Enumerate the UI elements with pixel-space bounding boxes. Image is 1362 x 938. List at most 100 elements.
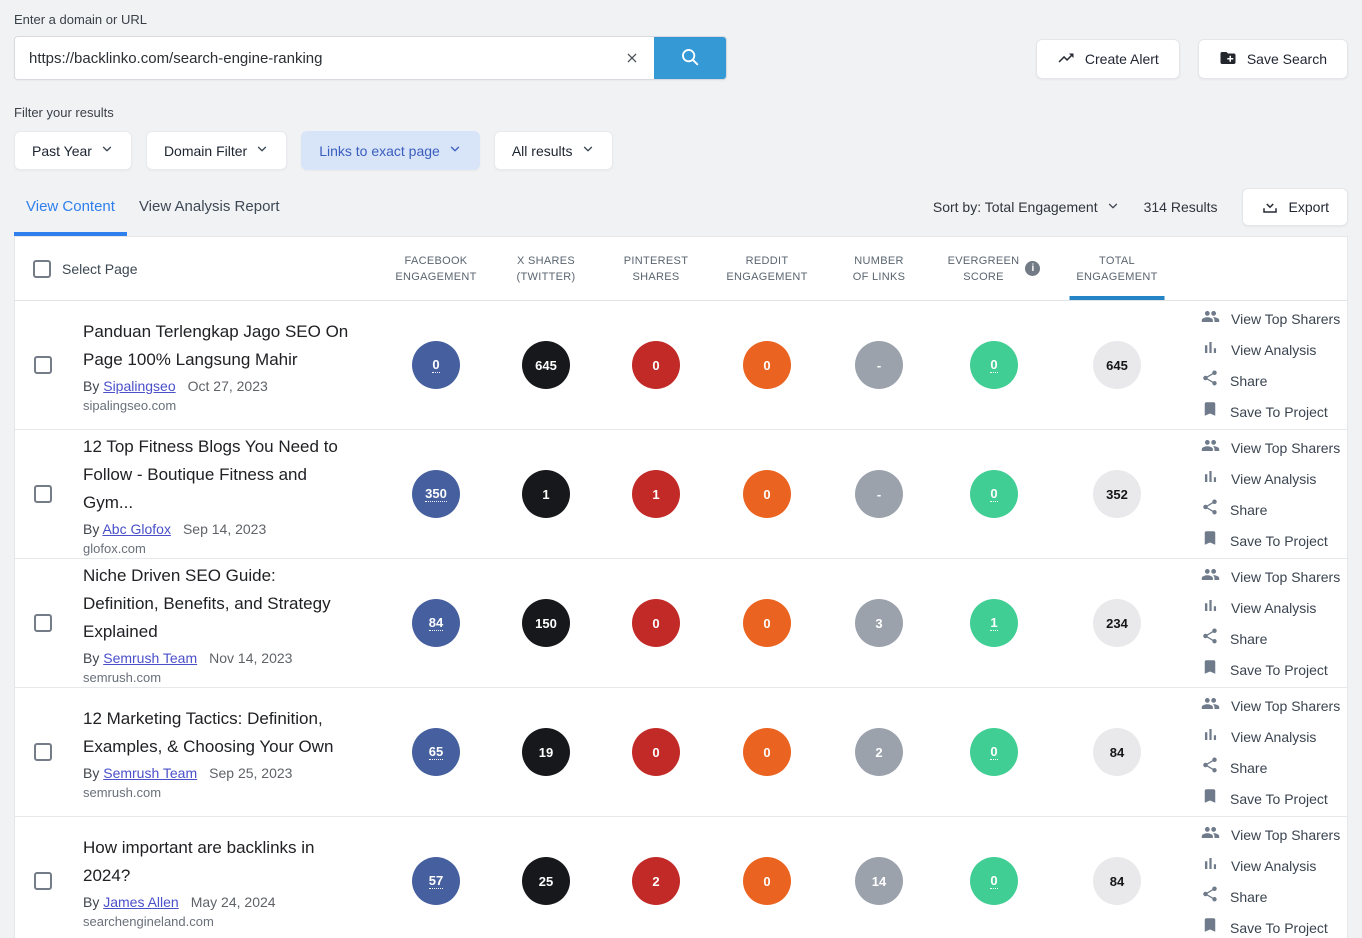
bar-chart-icon bbox=[1201, 596, 1220, 620]
sorted-column-indicator bbox=[1070, 296, 1165, 300]
action-label: View Top Sharers bbox=[1231, 311, 1340, 327]
tab-label: View Content bbox=[26, 198, 115, 215]
share-icon bbox=[1201, 369, 1219, 392]
content-cell: 12 Top Fitness Blogs You Need to Follow … bbox=[71, 430, 381, 558]
page: Enter a domain or URL Create Alert bbox=[0, 0, 1362, 938]
content-cell: Niche Driven SEO Guide: Definition, Bene… bbox=[71, 559, 381, 687]
facebook-engagement-value[interactable]: 0 bbox=[412, 341, 460, 389]
bar-chart-icon bbox=[1201, 467, 1220, 491]
author-link[interactable]: Abc Glofox bbox=[102, 521, 170, 537]
author-link[interactable]: James Allen bbox=[103, 894, 178, 910]
content-title-link[interactable]: How important are backlinks in 2024? bbox=[83, 834, 353, 890]
view-top-sharers-link[interactable]: View Top Sharers bbox=[1201, 693, 1347, 719]
publish-date: Sep 25, 2023 bbox=[209, 765, 292, 781]
sort-by-label: Sort by: Total Engagement bbox=[933, 199, 1098, 215]
share-icon bbox=[1201, 627, 1219, 650]
domain-search-input[interactable] bbox=[15, 37, 610, 79]
row-checkbox[interactable] bbox=[34, 614, 52, 632]
trending-up-icon bbox=[1057, 49, 1075, 70]
clear-search-icon[interactable] bbox=[610, 37, 654, 79]
content-title-link[interactable]: Panduan Terlengkap Jago SEO On Page 100%… bbox=[83, 318, 353, 374]
reddit-engagement-value: 0 bbox=[743, 341, 791, 389]
filter-chip-past-year[interactable]: Past Year bbox=[14, 131, 132, 170]
filter-chip-all-results[interactable]: All results bbox=[494, 131, 613, 170]
share-link[interactable]: Share bbox=[1201, 368, 1347, 394]
table-row: How important are backlinks in 2024? By … bbox=[15, 817, 1347, 938]
tab-view-content[interactable]: View Content bbox=[14, 184, 127, 236]
total-engagement-value: 84 bbox=[1093, 857, 1141, 905]
content-cell: How important are backlinks in 2024? By … bbox=[71, 817, 381, 938]
sort-by-dropdown[interactable]: Sort by: Total Engagement bbox=[933, 199, 1120, 216]
view-analysis-link[interactable]: View Analysis bbox=[1201, 853, 1347, 879]
action-label: View Top Sharers bbox=[1231, 440, 1340, 456]
evergreen-score-value[interactable]: 0 bbox=[970, 470, 1018, 518]
select-page-checkbox[interactable] bbox=[33, 260, 51, 278]
content-title-link[interactable]: 12 Marketing Tactics: Definition, Exampl… bbox=[83, 705, 353, 761]
row-checkbox[interactable] bbox=[34, 356, 52, 374]
view-analysis-link[interactable]: View Analysis bbox=[1201, 595, 1347, 621]
save-to-project-link[interactable]: Save To Project bbox=[1201, 915, 1347, 938]
action-label: Share bbox=[1230, 889, 1267, 905]
content-title-link[interactable]: Niche Driven SEO Guide: Definition, Bene… bbox=[83, 562, 353, 646]
evergreen-score-value[interactable]: 1 bbox=[970, 599, 1018, 647]
view-top-sharers-link[interactable]: View Top Sharers bbox=[1201, 564, 1347, 590]
row-checkbox[interactable] bbox=[34, 485, 52, 503]
byline: By Semrush TeamSep 25, 2023 bbox=[83, 765, 353, 781]
by-label: By bbox=[83, 521, 99, 537]
x-shares-value: 645 bbox=[522, 341, 570, 389]
x-shares-value: 25 bbox=[522, 857, 570, 905]
row-checkbox[interactable] bbox=[34, 872, 52, 890]
chip-label: Domain Filter bbox=[164, 143, 247, 159]
author-link[interactable]: Semrush Team bbox=[103, 765, 197, 781]
filter-chip-domain-filter[interactable]: Domain Filter bbox=[146, 131, 287, 170]
people-icon bbox=[1201, 565, 1220, 589]
reddit-engagement-value: 0 bbox=[743, 728, 791, 776]
results-toolbar: Sort by: Total Engagement 314 Results Ex… bbox=[933, 188, 1348, 226]
view-analysis-link[interactable]: View Analysis bbox=[1201, 724, 1347, 750]
evergreen-score-value[interactable]: 0 bbox=[970, 857, 1018, 905]
search-button[interactable] bbox=[654, 37, 726, 79]
view-analysis-link[interactable]: View Analysis bbox=[1201, 466, 1347, 492]
view-top-sharers-link[interactable]: View Top Sharers bbox=[1201, 306, 1347, 332]
facebook-engagement-value[interactable]: 57 bbox=[412, 857, 460, 905]
share-link[interactable]: Share bbox=[1201, 497, 1347, 523]
share-link[interactable]: Share bbox=[1201, 755, 1347, 781]
create-alert-button[interactable]: Create Alert bbox=[1036, 39, 1180, 79]
tab-view-analysis-report[interactable]: View Analysis Report bbox=[127, 184, 292, 236]
chevron-down-icon bbox=[581, 142, 595, 159]
view-top-sharers-link[interactable]: View Top Sharers bbox=[1201, 822, 1347, 848]
save-to-project-link[interactable]: Save To Project bbox=[1201, 786, 1347, 812]
people-icon bbox=[1201, 307, 1220, 331]
column-header-evergreen-score: EvergreenScore i bbox=[935, 237, 1053, 300]
column-header-total-engagement: TotalEngagement bbox=[1053, 237, 1181, 300]
chevron-down-icon bbox=[255, 142, 269, 159]
results-table: Select Page FacebookEngagement X Shares(… bbox=[14, 236, 1348, 938]
content-title-link[interactable]: 12 Top Fitness Blogs You Need to Follow … bbox=[83, 433, 353, 517]
facebook-engagement-value[interactable]: 350 bbox=[412, 470, 460, 518]
share-link[interactable]: Share bbox=[1201, 884, 1347, 910]
row-checkbox[interactable] bbox=[34, 743, 52, 761]
share-link[interactable]: Share bbox=[1201, 626, 1347, 652]
save-to-project-link[interactable]: Save To Project bbox=[1201, 657, 1347, 683]
export-button[interactable]: Export bbox=[1242, 188, 1348, 226]
view-analysis-link[interactable]: View Analysis bbox=[1201, 337, 1347, 363]
filter-label: Filter your results bbox=[14, 105, 1348, 120]
view-top-sharers-link[interactable]: View Top Sharers bbox=[1201, 435, 1347, 461]
evergreen-score-value[interactable]: 0 bbox=[970, 728, 1018, 776]
save-to-project-link[interactable]: Save To Project bbox=[1201, 528, 1347, 554]
info-icon[interactable]: i bbox=[1025, 261, 1040, 276]
actions-header-cell bbox=[1181, 237, 1347, 300]
bookmark-icon bbox=[1201, 529, 1219, 552]
search-label: Enter a domain or URL bbox=[14, 12, 1348, 27]
share-icon bbox=[1201, 885, 1219, 908]
facebook-engagement-value[interactable]: 65 bbox=[412, 728, 460, 776]
table-header: Select Page FacebookEngagement X Shares(… bbox=[15, 237, 1347, 301]
evergreen-score-value[interactable]: 0 bbox=[970, 341, 1018, 389]
author-link[interactable]: Semrush Team bbox=[103, 650, 197, 666]
filter-chip-links-to-exact-page[interactable]: Links to exact page bbox=[301, 131, 480, 170]
author-link[interactable]: Sipalingseo bbox=[103, 378, 175, 394]
save-search-button[interactable]: Save Search bbox=[1198, 39, 1348, 79]
save-to-project-link[interactable]: Save To Project bbox=[1201, 399, 1347, 425]
facebook-engagement-value[interactable]: 84 bbox=[412, 599, 460, 647]
chevron-down-icon bbox=[100, 142, 114, 159]
